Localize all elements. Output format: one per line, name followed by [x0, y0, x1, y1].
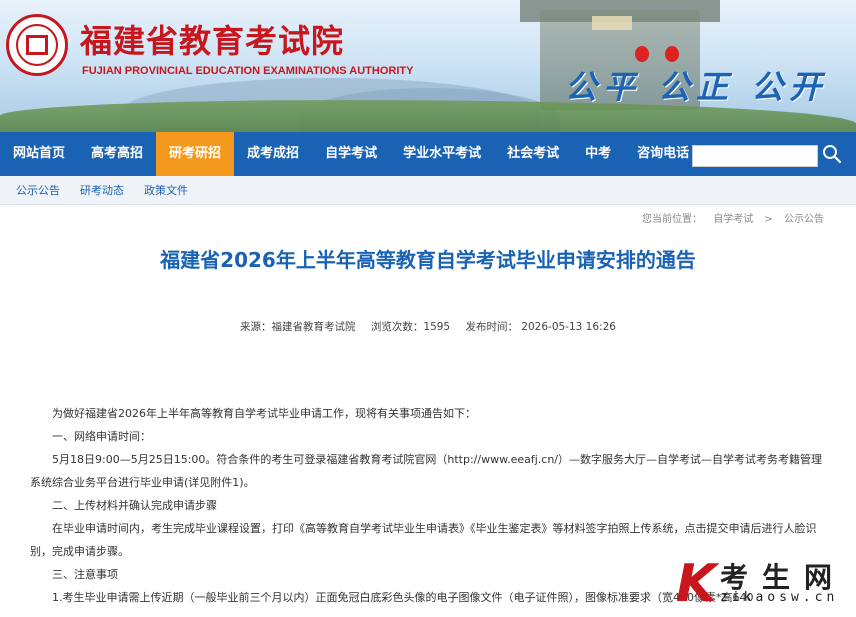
search-icon[interactable] [822, 144, 842, 164]
site-slogan: 公平 公正 公开 [565, 68, 828, 106]
nav-item-xueye[interactable]: 学业水平考试 [390, 132, 494, 176]
seal-logo-glyph [26, 35, 48, 55]
subnav-item-announcements[interactable]: 公示公告 [16, 182, 60, 198]
nav-item-gaokao[interactable]: 高考高招 [78, 132, 156, 176]
lantern-icon [665, 46, 679, 62]
seal-logo-icon[interactable] [6, 14, 68, 76]
article-title: 福建省2026年上半年高等教育自学考试毕业申请安排的通告 [160, 248, 696, 272]
article-paragraph: 一、网络申请时间： [52, 430, 151, 443]
banner-gate-plaque [592, 16, 632, 30]
nav-item-shehui[interactable]: 社会考试 [494, 132, 572, 176]
article-paragraph: 为做好福建省2026年上半年高等教育自学考试毕业申请工作，现将有关事项通告如下： [52, 407, 476, 420]
watermark-letter: K [676, 554, 717, 614]
sub-nav: 公示公告 研考动态 政策文件 [0, 176, 856, 205]
breadcrumb-item[interactable]: 公示公告 [784, 214, 824, 225]
article-meta: 来源：福建省教育考试院 浏览次数：1595 发布时间： 2026-05-13 1… [0, 319, 856, 334]
article-paragraph: 5月18日9:00—5月25日15:00。符合条件的考生可登录福建省教育考试院官… [30, 453, 822, 489]
site-subtitle: FUJIAN PROVINCIAL EDUCATION EXAMINATIONS… [82, 65, 414, 77]
nav-item-zhongkao[interactable]: 中考 [572, 132, 624, 176]
article-views: 浏览次数：1595 [370, 321, 451, 333]
nav-item-yankao[interactable]: 研考研招 [156, 132, 235, 176]
nav-item-zikao[interactable]: 自学考试 [312, 132, 390, 176]
breadcrumb-item[interactable]: 自学考试 [713, 214, 753, 225]
nav-item-chengkao[interactable]: 成考成招 [234, 132, 312, 176]
header-banner: 福建省教育考试院 FUJIAN PROVINCIAL EDUCATION EXA… [0, 0, 856, 132]
breadcrumb-prefix: 您当前位置： [642, 214, 703, 225]
subnav-item-news[interactable]: 研考动态 [80, 182, 124, 198]
nav-item-home[interactable]: 网站首页 [0, 132, 78, 176]
site-title[interactable]: 福建省教育考试院 [80, 16, 344, 62]
article-published: 发布时间： 2026-05-13 16:26 [465, 321, 616, 333]
article-paragraph: 二、上传材料并确认完成申请步骤 [52, 499, 217, 512]
breadcrumb: 您当前位置： 自学考试 > 公示公告 [638, 210, 828, 225]
watermark: K 考生网 zikaosw.cn [676, 552, 856, 617]
watermark-url: zikaosw.cn [720, 590, 839, 605]
breadcrumb-separator: > [764, 214, 773, 225]
seal-logo-inner [16, 24, 58, 66]
search-input[interactable] [692, 145, 818, 167]
subnav-item-policy[interactable]: 政策文件 [144, 182, 188, 198]
lantern-icon [635, 46, 649, 62]
article-source: 来源：福建省教育考试院 [240, 321, 356, 333]
nav-item-phone[interactable]: 咨询电话 [624, 132, 702, 176]
